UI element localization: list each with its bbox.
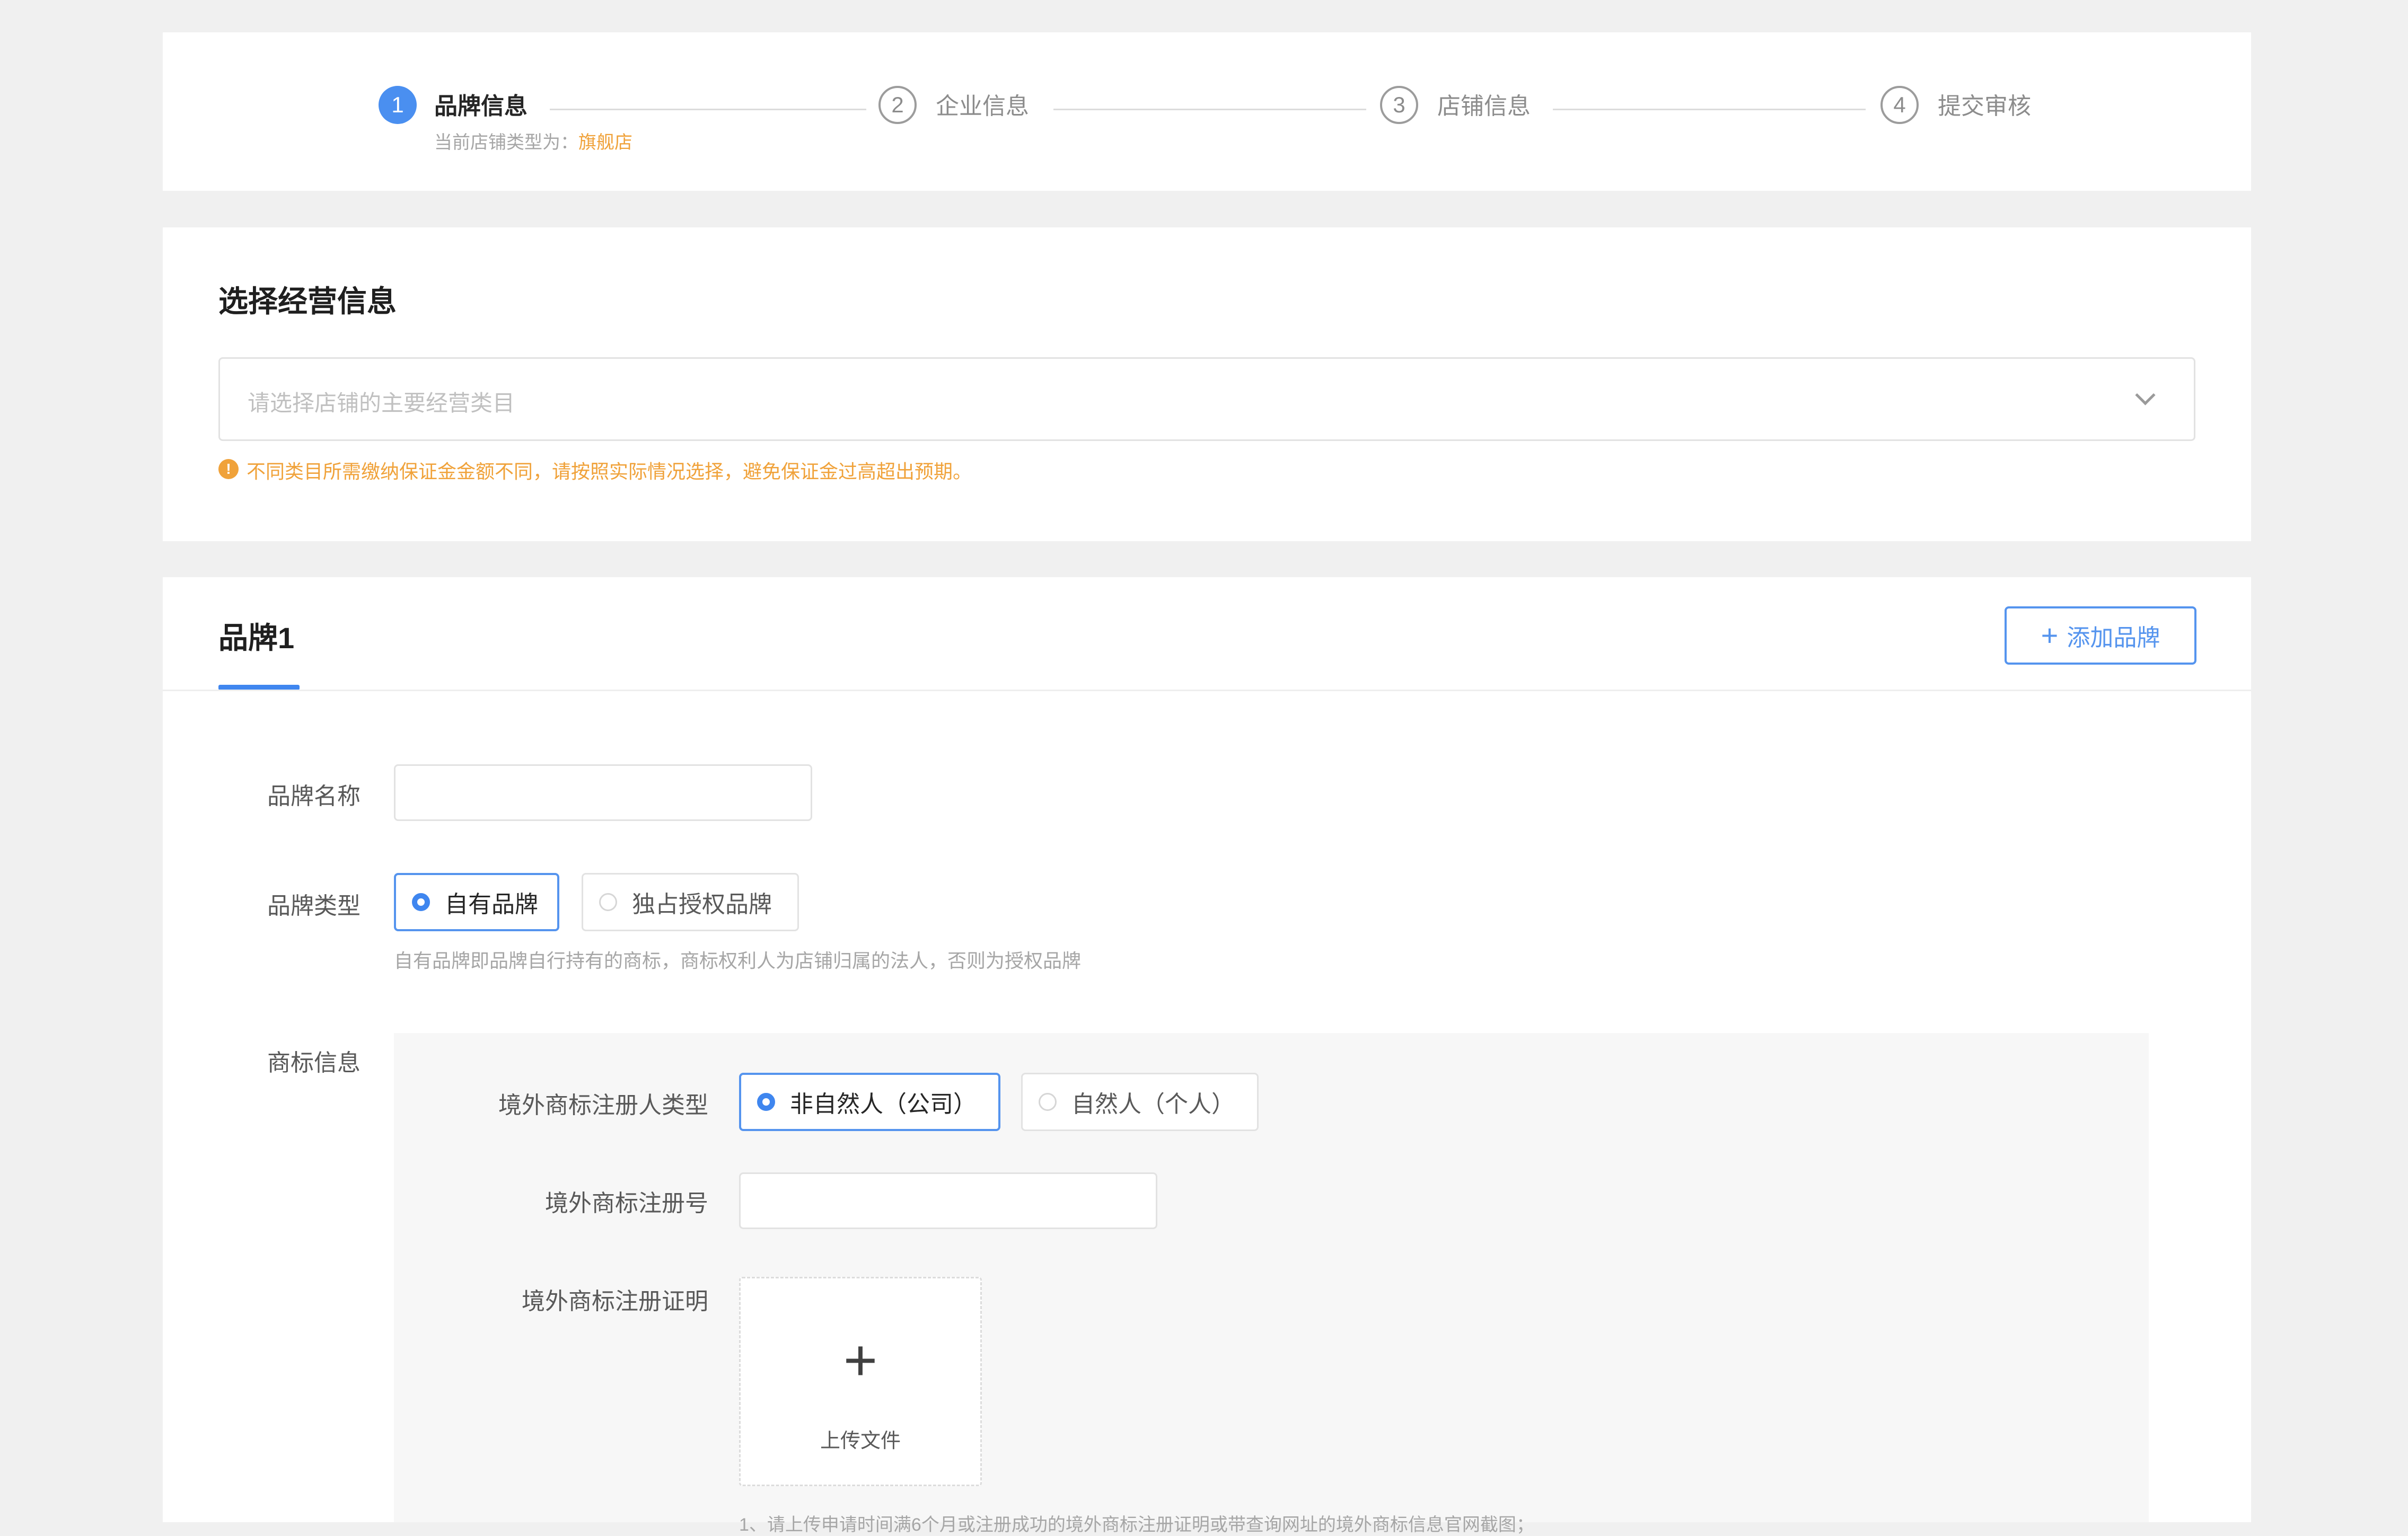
category-select[interactable]: 请选择店铺的主要经营类目 (218, 357, 2195, 441)
radio-unchecked-icon (599, 893, 617, 911)
brand-type-label: 品牌类型 (267, 893, 361, 919)
step-1-circle: 1 (379, 86, 417, 124)
step-3-label: 店铺信息 (1437, 93, 1531, 119)
tab-brand-1[interactable]: 品牌1 (218, 614, 294, 657)
step-4-label: 提交审核 (1938, 93, 2031, 119)
category-select-placeholder: 请选择店铺的主要经营类目 (248, 391, 515, 416)
step-2-circle: 2 (878, 86, 917, 124)
brand-type-exclusive-radio[interactable]: 独占授权品牌 (582, 873, 799, 931)
store-type-value: 旗舰店 (578, 133, 632, 153)
registrant-type-label: 境外商标注册人类型 (498, 1092, 708, 1118)
brand-type-own-label: 自有品牌 (445, 891, 538, 917)
tabs-divider (163, 690, 2251, 691)
radio-unchecked-icon (1039, 1093, 1057, 1111)
brand-type-own-radio[interactable]: 自有品牌 (394, 873, 559, 931)
step-4-circle: 4 (1880, 86, 1919, 124)
store-type-prefix: 当前店铺类型为： (434, 133, 578, 153)
radio-checked-icon (412, 893, 430, 911)
certificate-upload[interactable]: + 上传文件 (739, 1277, 982, 1486)
plus-icon: + (2041, 619, 2059, 652)
step-connector (550, 109, 866, 110)
registrant-company-radio[interactable]: 非自然人（公司） (739, 1073, 1000, 1131)
step-3-circle: 3 (1380, 86, 1418, 124)
radio-checked-icon (757, 1093, 775, 1111)
trademark-section-label: 商标信息 (267, 1050, 361, 1076)
step-connector (1053, 109, 1366, 110)
brand-type-exclusive-label: 独占授权品牌 (632, 891, 772, 917)
add-brand-label: 添加品牌 (2067, 625, 2160, 651)
upload-note: 1、请上传申请时间满6个月或注册成功的境外商标注册证明或带查询网址的境外商标信息… (739, 1515, 1534, 1535)
business-info-card: 选择经营信息 请选择店铺的主要经营类目 ! 不同类目所需缴纳保证金金额不同，请按… (163, 227, 2251, 541)
registrant-person-label: 自然人（个人） (1071, 1091, 1235, 1117)
trademark-panel: 境外商标注册人类型 非自然人（公司） 自然人（个人） 境外商标注册号 境外商标注… (394, 1033, 2149, 1535)
warning-icon: ! (218, 459, 239, 479)
deposit-warning: 不同类目所需缴纳保证金金额不同，请按照实际情况选择，避免保证金过高超出预期。 (247, 461, 972, 482)
step-1-label: 品牌信息 (434, 93, 528, 119)
registrant-company-label: 非自然人（公司） (790, 1091, 977, 1117)
upload-label: 上传文件 (820, 1430, 901, 1452)
certificate-label: 境外商标注册证明 (522, 1288, 708, 1314)
registration-number-label: 境外商标注册号 (545, 1190, 708, 1216)
step-connector (1553, 109, 1866, 110)
brand-type-hint: 自有品牌即品牌自行持有的商标，商标权利人为店铺归属的法人，否则为授权品牌 (394, 950, 1082, 972)
plus-icon: + (843, 1328, 878, 1393)
chevron-down-icon (2135, 385, 2156, 405)
registration-number-input[interactable] (739, 1172, 1157, 1229)
store-type-subtitle: 当前店铺类型为：旗舰店 (434, 128, 632, 154)
section-title: 选择经营信息 (218, 285, 397, 318)
registrant-person-radio[interactable]: 自然人（个人） (1021, 1073, 1259, 1131)
steps-card: 1 品牌信息 当前店铺类型为：旗舰店 2 企业信息 3 店铺信息 4 提交审核 (163, 32, 2251, 191)
brand-card: 品牌1 + 添加品牌 品牌名称 品牌类型 自有品牌 独占授权品牌 自有品牌即品牌… (163, 577, 2251, 1535)
brand-name-input[interactable] (394, 764, 812, 821)
add-brand-button[interactable]: + 添加品牌 (2005, 606, 2196, 665)
step-2-label: 企业信息 (936, 93, 1029, 119)
